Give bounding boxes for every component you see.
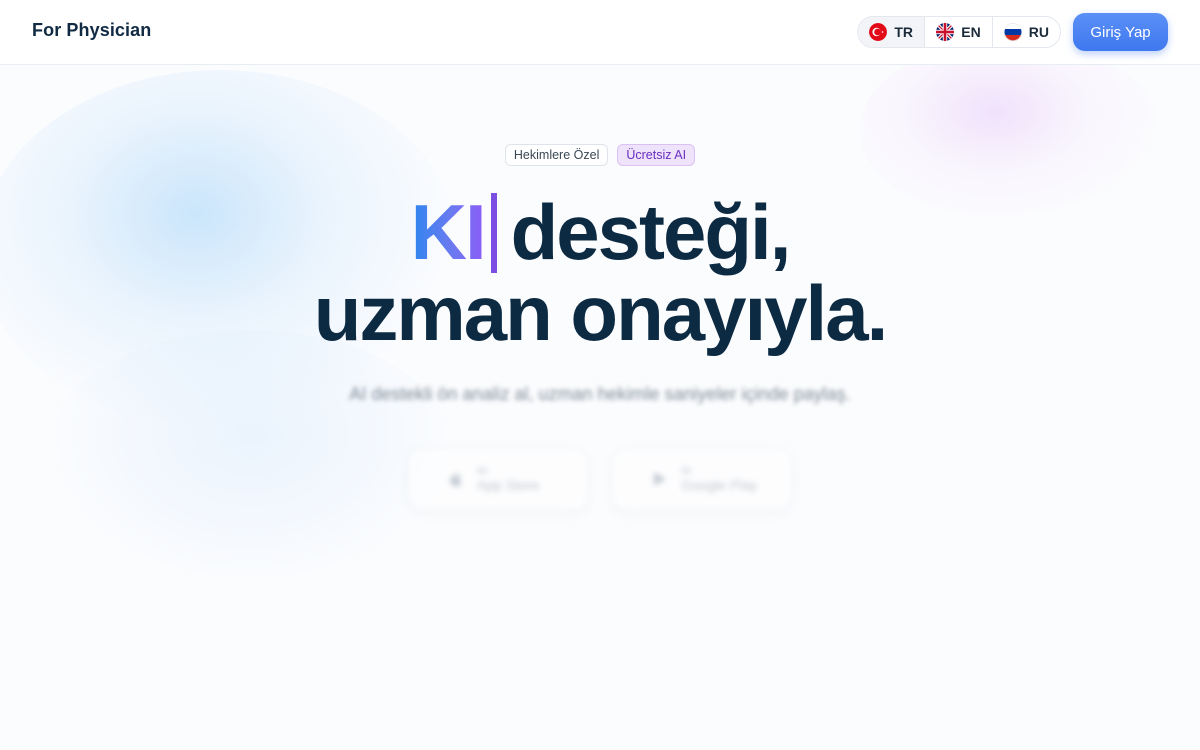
language-option-en[interactable]: EN <box>925 17 993 47</box>
language-label: EN <box>961 24 981 40</box>
store-caption: ile <box>477 465 489 477</box>
hero-badges: Hekimlere Özel Ücretsiz AI <box>0 144 1200 166</box>
top-navbar: For Physician TR EN RU Giriş Yap <box>0 0 1200 65</box>
store-caption: ile <box>681 465 693 477</box>
apple-icon <box>450 472 462 487</box>
uk-flag-icon <box>936 23 955 41</box>
google-play-button[interactable]: ile Google Play <box>612 448 792 510</box>
language-label: TR <box>894 24 913 40</box>
badge-free-ai: Ücretsiz AI <box>617 144 696 166</box>
store-text: ile Google Play <box>681 465 757 493</box>
login-button[interactable]: Giriş Yap <box>1073 13 1168 51</box>
headline-line-2: uzman onayıyla. <box>313 269 889 357</box>
language-label: RU <box>1028 24 1049 40</box>
play-store-icon <box>654 472 666 486</box>
hero-subtitle: AI destekli ön analiz al, uzman hekimle … <box>349 384 851 404</box>
language-option-tr[interactable]: TR <box>858 17 926 47</box>
store-text: ile App Store <box>477 465 539 493</box>
language-switcher: TR EN RU <box>857 16 1061 48</box>
headline-rest: desteği, <box>510 188 792 276</box>
badge-for-physicians: Hekimlere Özel <box>504 144 609 166</box>
store-buttons: ile App Store ile Google Play <box>0 448 1200 510</box>
russia-flag-icon <box>1003 23 1022 41</box>
language-option-ru[interactable]: RU <box>993 17 1060 47</box>
brand-logo[interactable]: For Physician <box>32 20 151 41</box>
typing-caret <box>490 193 497 273</box>
turkey-flag-icon <box>869 23 888 41</box>
store-name: App Store <box>477 477 540 493</box>
app-store-button[interactable]: ile App Store <box>408 448 588 510</box>
store-name: Google Play <box>681 477 758 493</box>
headline-accent: KI <box>410 188 487 276</box>
hero-headline: KI desteği, uzman onayıyla. <box>0 192 1200 353</box>
